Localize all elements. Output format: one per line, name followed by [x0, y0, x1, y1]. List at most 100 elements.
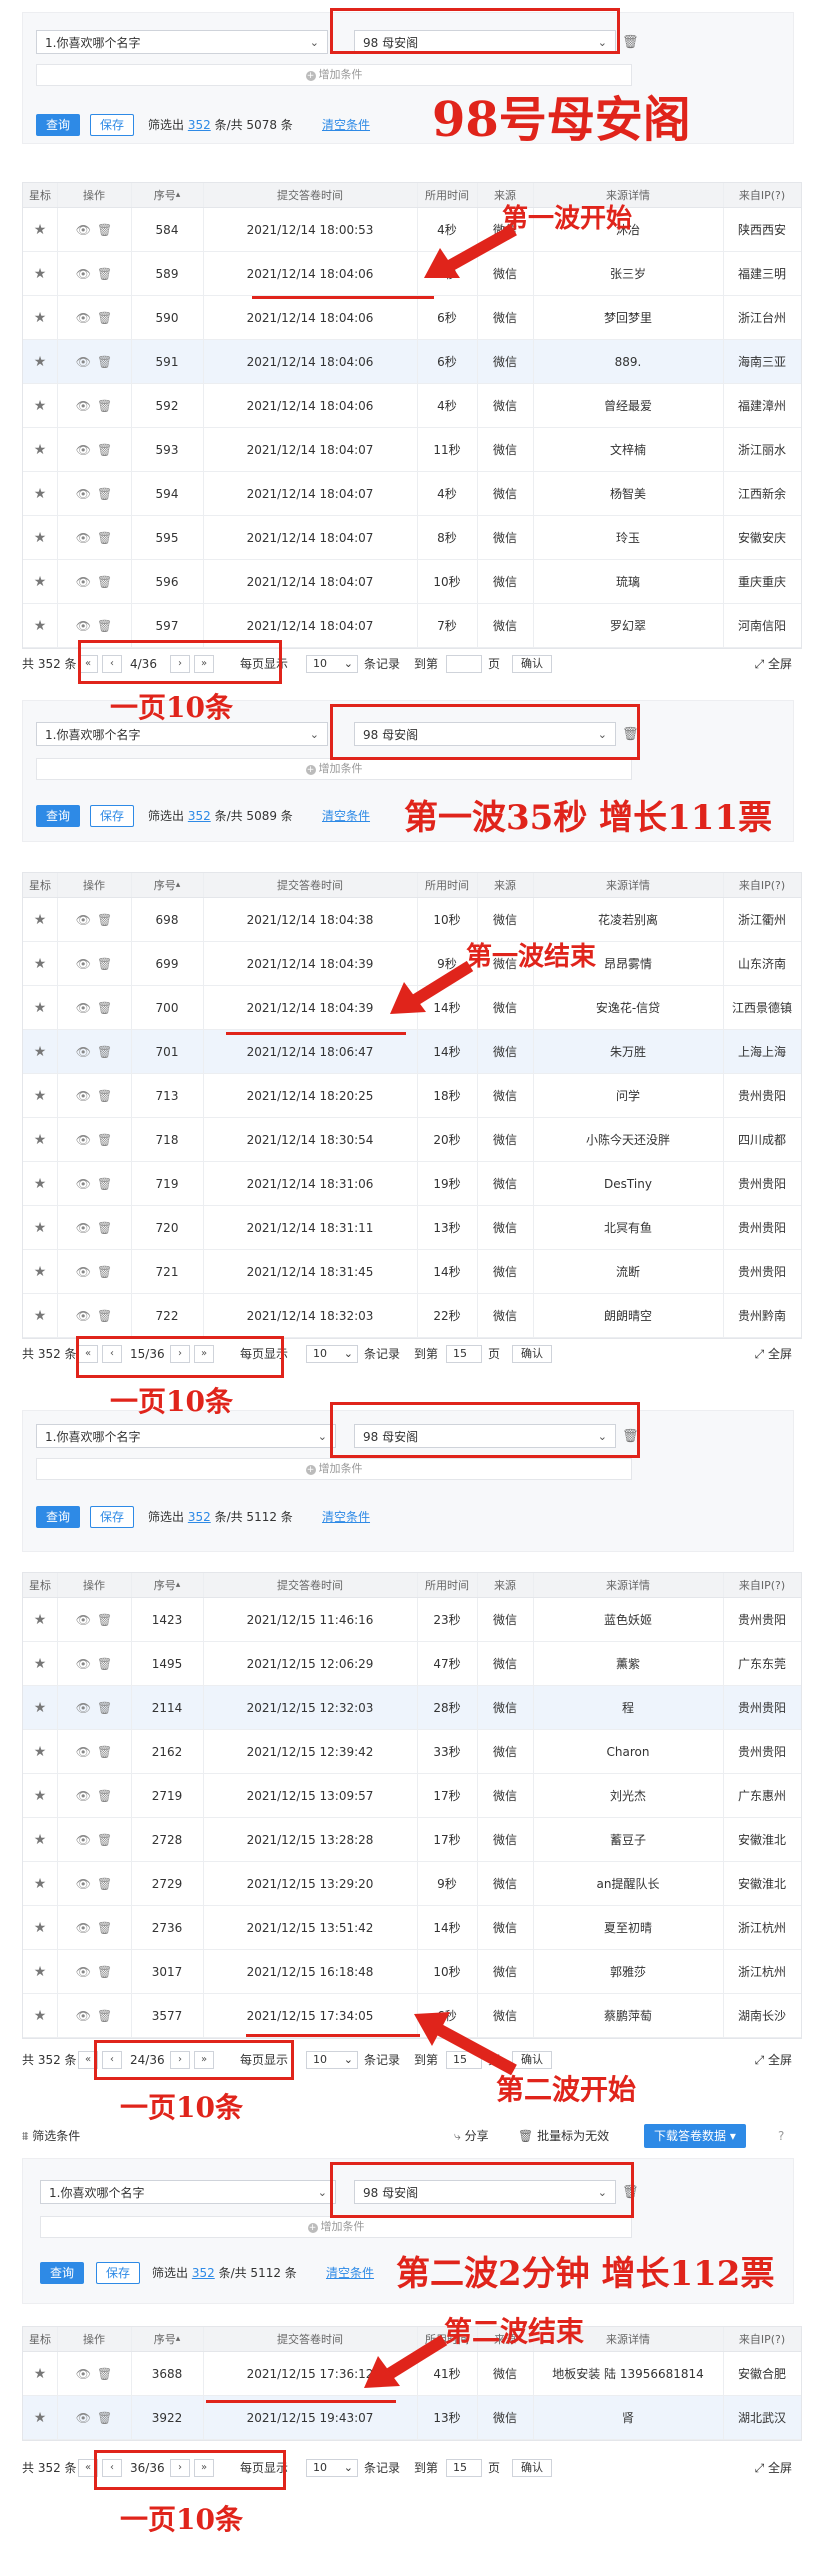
delete-icon[interactable]: 🗑 [97, 1133, 112, 1147]
batch-invalid-button[interactable]: 🗑 批量标为无效 [518, 2124, 609, 2148]
column-header-seq[interactable]: 序号 ▴ [131, 183, 203, 207]
fullscreen-button[interactable]: ⤢ 全屏 [755, 1345, 792, 1363]
query-button[interactable]: 查询 [36, 1506, 80, 1528]
view-icon[interactable]: 👁 [76, 619, 91, 633]
filtered-count-link[interactable]: 352 [188, 118, 211, 132]
goto-page-input[interactable] [446, 655, 482, 673]
fullscreen-button[interactable]: ⤢ 全屏 [755, 2459, 792, 2477]
delete-icon[interactable]: 🗑 [97, 399, 112, 413]
view-icon[interactable]: 👁 [76, 1921, 91, 1935]
delete-icon[interactable]: 🗑 [97, 1745, 112, 1759]
table-row[interactable]: ★ 👁 🗑 2114 2021/12/15 12:32:03 28秒 微信程贵州贵阳 [23, 1686, 801, 1730]
star-icon[interactable]: ★ [34, 574, 47, 590]
table-row[interactable]: ★ 👁 🗑 594 2021/12/14 18:04:07 4秒 微信 杨智美 江西新余 [23, 472, 801, 516]
star-icon[interactable]: ★ [34, 1264, 47, 1280]
query-button[interactable]: 查询 [40, 2262, 84, 2284]
delete-icon[interactable]: 🗑 [97, 1965, 112, 1979]
view-icon[interactable]: 👁 [76, 2009, 91, 2023]
table-row[interactable]: ★ 👁 🗑 595 2021/12/14 18:04:07 8秒 微信 玲玉 安徽安庆 [23, 516, 801, 560]
filtered-count-link[interactable]: 352 [188, 809, 211, 823]
view-icon[interactable]: 👁 [76, 1965, 91, 1979]
delete-icon[interactable]: 🗑 [97, 531, 112, 545]
view-icon[interactable]: 👁 [76, 1133, 91, 1147]
filtered-count-link[interactable]: 352 [188, 1510, 211, 1524]
view-icon[interactable]: 👁 [76, 2411, 91, 2425]
view-icon[interactable]: 👁 [76, 913, 91, 927]
delete-icon[interactable]: 🗑 [97, 1309, 112, 1323]
delete-icon[interactable]: 🗑 [97, 2411, 112, 2425]
question-select[interactable]: 1.你喜欢哪个名字 ⌄ [36, 30, 328, 54]
view-icon[interactable]: 👁 [76, 575, 91, 589]
confirm-button[interactable]: 确认 [512, 1345, 552, 1363]
delete-icon[interactable]: 🗑 [97, 487, 112, 501]
fullscreen-button[interactable]: ⤢ 全屏 [755, 655, 792, 673]
star-icon[interactable]: ★ [34, 1744, 47, 1760]
star-icon[interactable]: ★ [34, 1700, 47, 1716]
delete-icon[interactable]: 🗑 [97, 311, 112, 325]
star-icon[interactable]: ★ [34, 1220, 47, 1236]
view-icon[interactable]: 👁 [76, 1613, 91, 1627]
per-page-select[interactable]: 10 ⌄ [306, 1345, 358, 1363]
star-icon[interactable]: ★ [34, 442, 47, 458]
star-icon[interactable]: ★ [34, 912, 47, 928]
question-select[interactable]: 1.你喜欢哪个名字 ⌄ [40, 2180, 336, 2204]
trash-icon[interactable]: 🗑 [622, 36, 639, 50]
star-icon[interactable]: ★ [34, 310, 47, 326]
query-button[interactable]: 查询 [36, 805, 80, 827]
delete-icon[interactable]: 🗑 [97, 443, 112, 457]
table-row[interactable]: ★ 👁 🗑 590 2021/12/14 18:04:06 6秒 微信 梦回梦里 浙江台州 [23, 296, 801, 340]
table-row[interactable]: ★ 👁 🗑 591 2021/12/14 18:04:06 6秒 微信 889. 海南三亚 [23, 340, 801, 384]
table-row[interactable]: ★ 👁 🗑 721 2021/12/14 18:31:45 14秒 微信 流断 贵州贵阳 [23, 1250, 801, 1294]
view-icon[interactable]: 👁 [76, 2367, 91, 2381]
view-icon[interactable]: 👁 [76, 1221, 91, 1235]
column-header-seq[interactable]: 序号 ▴ [131, 1573, 203, 1597]
delete-icon[interactable]: 🗑 [97, 1657, 112, 1671]
column-header-seq[interactable]: 序号 ▴ [131, 2327, 203, 2351]
view-icon[interactable]: 👁 [76, 957, 91, 971]
star-icon[interactable]: ★ [34, 1176, 47, 1192]
view-icon[interactable]: 👁 [76, 1177, 91, 1191]
star-icon[interactable]: ★ [34, 956, 47, 972]
help-icon[interactable]: ? [778, 2124, 784, 2148]
query-button[interactable]: 查询 [36, 114, 80, 136]
clear-conditions-link[interactable]: 清空条件 [322, 1506, 370, 1528]
table-row[interactable]: ★ 👁 🗑 718 2021/12/14 18:30:54 20秒 微信 小陈今天还没胖 四川成… [23, 1118, 801, 1162]
delete-icon[interactable]: 🗑 [97, 355, 112, 369]
table-row[interactable]: ★ 👁 🗑 596 2021/12/14 18:04:07 10秒 微信 琉璃 重庆重庆 [23, 560, 801, 604]
delete-icon[interactable]: 🗑 [97, 1701, 112, 1715]
share-button[interactable]: ⤷ 分享 [454, 2124, 489, 2148]
view-icon[interactable]: 👁 [76, 443, 91, 457]
view-icon[interactable]: 👁 [76, 1789, 91, 1803]
table-row[interactable]: ★ 👁 🗑 698 2021/12/14 18:04:38 10秒 微信 花凌若别离 浙江衢州 [23, 898, 801, 942]
filtered-count-link[interactable]: 352 [192, 2266, 215, 2280]
view-icon[interactable]: 👁 [76, 487, 91, 501]
table-row[interactable]: ★ 👁 🗑 1423 2021/12/15 11:46:16 23秒 微信 蓝色妖姬 贵州贵阳 [23, 1598, 801, 1642]
question-select[interactable]: 1.你喜欢哪个名字 ⌄ [36, 1424, 336, 1448]
star-icon[interactable]: ★ [34, 1044, 47, 1060]
view-icon[interactable]: 👁 [76, 1701, 91, 1715]
view-icon[interactable]: 👁 [76, 1001, 91, 1015]
table-row[interactable]: ★ 👁 🗑 2736 2021/12/15 13:51:42 14秒 微信 夏至初晴 浙江杭州 [23, 1906, 801, 1950]
goto-page-input[interactable]: 15 [446, 1345, 482, 1363]
save-button[interactable]: 保存 [90, 114, 134, 136]
delete-icon[interactable]: 🗑 [97, 1613, 112, 1627]
delete-icon[interactable]: 🗑 [97, 1921, 112, 1935]
per-page-select[interactable]: 10 ⌄ [306, 2459, 358, 2477]
star-icon[interactable]: ★ [34, 1088, 47, 1104]
table-row[interactable]: ★ 👁 🗑 701 2021/12/14 18:06:47 14秒 微信 朱万胜 上海上海 [23, 1030, 801, 1074]
table-row[interactable]: ★ 👁 🗑 719 2021/12/14 18:31:06 19秒 微信 DesTiny 贵州贵… [23, 1162, 801, 1206]
star-icon[interactable]: ★ [34, 2008, 47, 2024]
per-page-select[interactable]: 10 ⌄ [306, 2051, 358, 2069]
star-icon[interactable]: ★ [34, 1964, 47, 1980]
save-button[interactable]: 保存 [90, 805, 134, 827]
goto-page-input[interactable]: 15 [446, 2459, 482, 2477]
star-icon[interactable]: ★ [34, 1832, 47, 1848]
save-button[interactable]: 保存 [96, 2262, 140, 2284]
view-icon[interactable]: 👁 [76, 355, 91, 369]
delete-icon[interactable]: 🗑 [97, 1089, 112, 1103]
view-icon[interactable]: 👁 [76, 1265, 91, 1279]
delete-icon[interactable]: 🗑 [97, 267, 112, 281]
view-icon[interactable]: 👁 [76, 399, 91, 413]
delete-icon[interactable]: 🗑 [97, 957, 112, 971]
view-icon[interactable]: 👁 [76, 311, 91, 325]
